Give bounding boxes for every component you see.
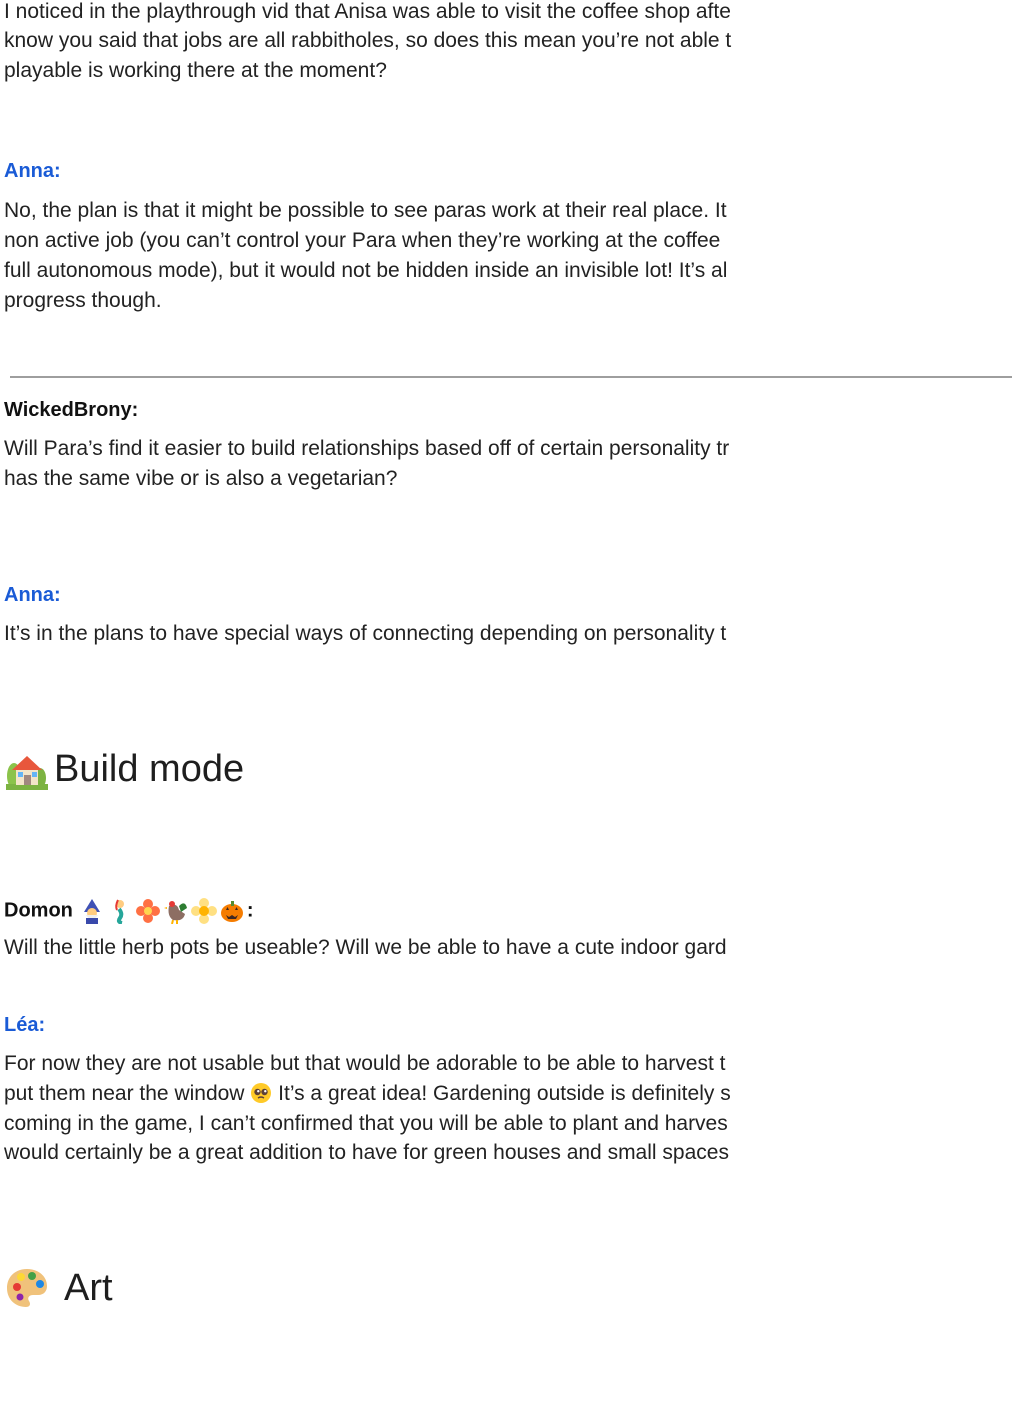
mage-emoji — [83, 899, 100, 924]
speaker-name: Léa: — [4, 1014, 46, 1036]
flower-emoji — [135, 899, 160, 923]
speaker-name: Anna: — [4, 584, 61, 606]
speaker-suffix: : — [246, 899, 254, 922]
answer-line: For now they are not usable but that wou… — [4, 1052, 726, 1075]
section-heading-art: Art — [4, 1265, 113, 1311]
speaker-line: Domon: — [4, 898, 254, 924]
jack-o-lantern-emoji — [220, 901, 243, 922]
answer-line: No, the plan is that it might be possibl… — [4, 199, 727, 222]
question-line: I noticed in the playthrough vid that An… — [4, 0, 731, 23]
answer-line: It’s in the plans to have special ways o… — [4, 622, 727, 645]
answer-line: coming in the game, I can’t confirmed th… — [4, 1112, 728, 1135]
pleading-face-emoji — [251, 1083, 272, 1103]
answer-line: would certainly be a great addition to h… — [4, 1141, 729, 1164]
section-title: Art — [64, 1267, 113, 1309]
answer-text: put them near the window — [4, 1082, 251, 1105]
section-divider — [10, 376, 1012, 378]
house-icon — [6, 756, 48, 790]
rooster-emoji — [163, 901, 187, 924]
section-title: Build mode — [54, 748, 245, 790]
answer-text: It’s a great idea! Gardening outside is … — [272, 1082, 731, 1105]
speaker-emoji-row — [79, 898, 247, 924]
blossom-emoji — [190, 898, 217, 924]
question-line: know you said that jobs are all rabbitho… — [4, 29, 732, 52]
question-line: has the same vibe or is also a vegetaria… — [4, 467, 398, 490]
mermaid-emoji — [115, 899, 124, 924]
answer-line: progress though. — [4, 289, 162, 312]
speaker-name: Domon — [4, 899, 73, 922]
section-heading-build-mode: Build mode — [4, 746, 244, 792]
answer-line: put them near the window It’s a great id… — [4, 1082, 731, 1106]
question-line: Will Para’s find it easier to build rela… — [4, 437, 730, 460]
speaker-name: WickedBrony: — [4, 399, 139, 421]
answer-line: full autonomous mode), but it would not … — [4, 259, 728, 282]
palette-icon — [7, 1269, 47, 1307]
question-line: Will the little herb pots be useable? Wi… — [4, 936, 727, 959]
answer-line: non active job (you can’t control your P… — [4, 229, 721, 252]
question-line: playable is working there at the moment? — [4, 59, 387, 82]
document-page: I noticed in the playthrough vid that An… — [0, 0, 1012, 1402]
speaker-name: Anna: — [4, 160, 61, 182]
